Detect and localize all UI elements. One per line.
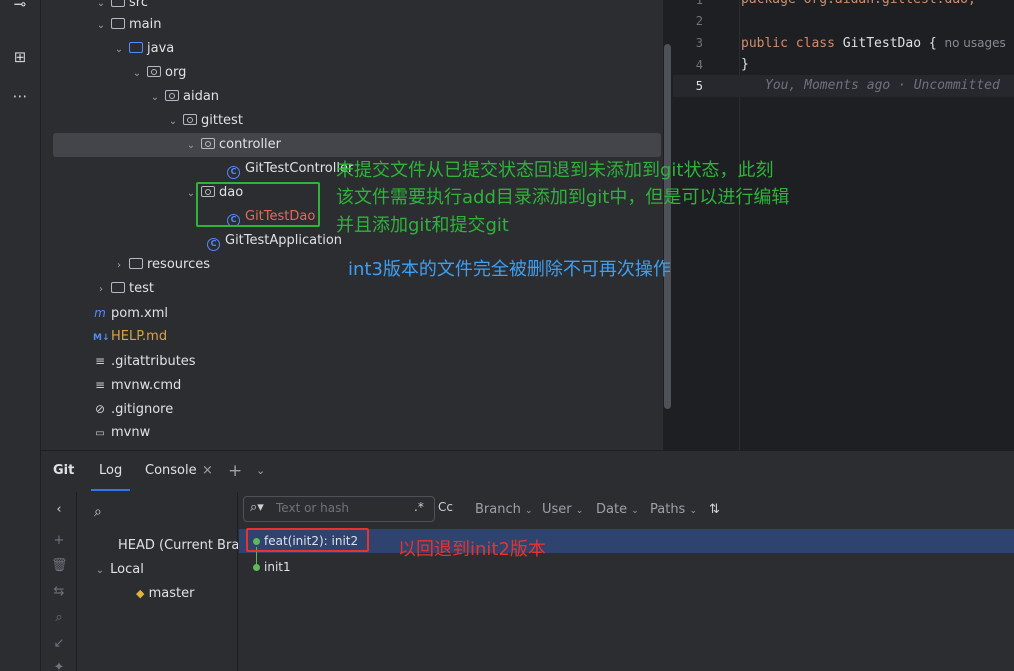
package-icon: [183, 114, 197, 125]
branch-master[interactable]: ◆ master: [136, 582, 194, 606]
match-case-toggle[interactable]: Cc: [438, 500, 453, 514]
tab-log[interactable]: Log: [90, 451, 131, 491]
log-search-input[interactable]: ⌕▾ Text or hash .* Cc: [243, 496, 453, 522]
maven-icon: m: [94, 306, 106, 320]
terminal-file-icon: ▭: [95, 428, 105, 439]
tab-git-title: Git: [53, 463, 75, 478]
commit-icon[interactable]: ⊸: [10, 0, 30, 14]
structure-icon[interactable]: ⊞: [10, 47, 30, 67]
ignore-file-icon: ⊘: [94, 402, 106, 416]
folder-icon: [111, 0, 125, 7]
star-icon[interactable]: ✦: [51, 660, 67, 671]
source-folder-icon: [129, 42, 143, 53]
tree-item-help[interactable]: M↓ HELP.md: [41, 325, 661, 349]
folder-icon: [111, 18, 125, 29]
code-editor[interactable]: 1package org.aidan.gittest.dao; 2 3publi…: [673, 0, 1014, 450]
more-icon[interactable]: ⋯: [10, 86, 30, 106]
delete-icon[interactable]: 🗑: [51, 558, 68, 573]
activity-strip: ⊸ ⊞ ⋯: [0, 0, 41, 671]
text-file-icon: ≡: [94, 378, 106, 392]
annotation-blue: int3版本的文件完全被删除不可再次操作: [348, 259, 671, 280]
filter-user[interactable]: User ⌄: [542, 502, 583, 517]
tree-item-aidan[interactable]: ⌄ aidan: [41, 85, 661, 109]
package-icon: [165, 90, 179, 101]
package-icon: [147, 66, 161, 77]
regex-toggle[interactable]: .*: [414, 500, 424, 514]
collapse-icon[interactable]: ‹: [51, 502, 67, 517]
code-line: 3 public class GitTestDao { no usages: [695, 36, 1006, 51]
commit-row[interactable]: init1: [239, 555, 1014, 579]
filter-branch[interactable]: Branch ⌄: [475, 502, 533, 517]
text-file-icon: ≡: [94, 354, 106, 368]
markdown-icon: M↓: [93, 333, 110, 343]
tree-item-main[interactable]: ⌄ main: [41, 13, 661, 37]
tool-tabs: Git Log Console × + ⌄: [41, 451, 1014, 491]
annotation-green-3: 并且添加git和提交git: [336, 215, 509, 236]
tree-item-gitignore[interactable]: ⊘ .gitignore: [41, 397, 661, 421]
tag-icon: ◆: [136, 587, 145, 600]
code-line: 2: [695, 14, 703, 28]
tree-scrollbar[interactable]: [664, 44, 671, 409]
commit-log: ⌕▾ Text or hash .* Cc Branch ⌄ User ⌄ Da…: [239, 492, 1014, 671]
tree-item-gitattributes[interactable]: ≡ .gitattributes: [41, 349, 661, 373]
add-tab-icon[interactable]: +: [228, 451, 242, 491]
tree-item-java[interactable]: ⌄ java: [41, 37, 661, 61]
branch-head[interactable]: HEAD (Current Branch): [118, 534, 238, 558]
filter-paths[interactable]: Paths ⌄: [650, 502, 697, 517]
package-icon: [201, 138, 215, 149]
search-icon[interactable]: ⌕: [94, 500, 102, 524]
tab-console[interactable]: Console: [145, 451, 197, 491]
filter-date[interactable]: Date ⌄: [596, 502, 639, 517]
git-tool-window: Git Log Console × + ⌄ ‹ + 🗑 ⇆ ⌕ ↙ ✦ ⌕ HE…: [41, 450, 1014, 671]
annotation-green-2: 该文件需要执行add目录添加到git中，但是可以进行编辑: [336, 187, 790, 208]
compare-icon[interactable]: ⇆: [51, 584, 67, 599]
branch-group-local[interactable]: ⌄ Local: [94, 558, 144, 582]
spring-class-icon: C: [207, 238, 220, 251]
tree-item-mvnw[interactable]: ▭ mvnw: [41, 421, 661, 445]
branches-panel: ⌕ HEAD (Current Branch) ⌄ Local ◆ master: [78, 492, 238, 671]
sort-icon[interactable]: ⇅: [709, 502, 720, 517]
tree-item-pom[interactable]: m pom.xml: [41, 301, 661, 325]
folder-icon: [129, 258, 143, 269]
tree-item-gittest[interactable]: ⌄ gittest: [41, 109, 661, 133]
search-icon: ⌕▾: [250, 500, 264, 515]
highlight-box-red: [246, 528, 369, 552]
close-icon[interactable]: ×: [202, 451, 213, 491]
highlight-box-green: [196, 182, 320, 227]
annotation-red: 以回退到init2版本: [398, 539, 546, 560]
code-line: 4}: [695, 57, 749, 72]
annotation-green-1: 未提交文件从已提交状态回退到未添加到git状态，此刻: [336, 160, 774, 181]
commit-node-icon: [253, 564, 260, 571]
folder-icon: [111, 282, 125, 293]
update-icon[interactable]: ↙: [51, 636, 67, 651]
chevron-down-icon[interactable]: ⌄: [256, 451, 265, 491]
add-icon[interactable]: +: [51, 533, 67, 548]
tree-item-mvnwcmd[interactable]: ≡ mvnw.cmd: [41, 373, 661, 397]
search-icon[interactable]: ⌕: [51, 610, 67, 625]
code-line-current: 5 You, Moments ago · Uncommitted: [673, 75, 1014, 97]
tree-item-org[interactable]: ⌄ org: [41, 61, 661, 85]
class-icon: C: [227, 166, 240, 179]
tree-item-controller[interactable]: ⌄ controller: [53, 133, 661, 157]
log-toolbar: ‹ + 🗑 ⇆ ⌕ ↙ ✦: [41, 492, 77, 671]
